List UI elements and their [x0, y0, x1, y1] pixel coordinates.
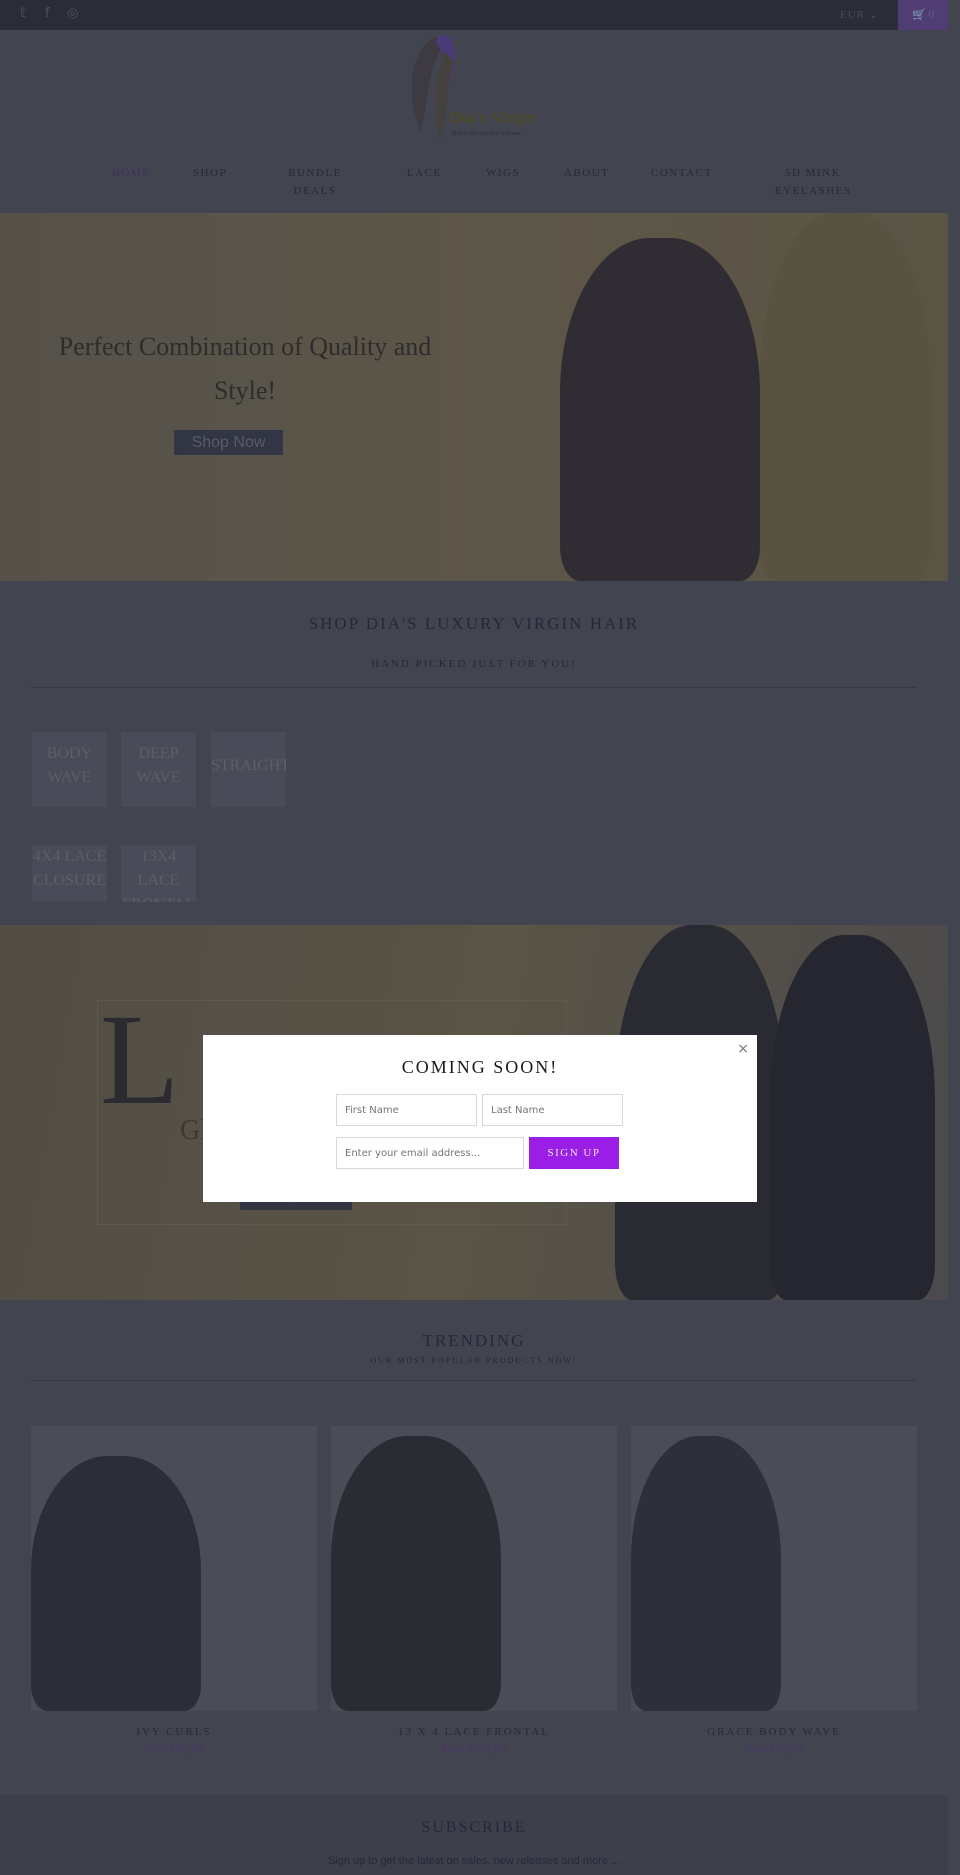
- nav-home[interactable]: HOME: [112, 164, 150, 182]
- nav-contact[interactable]: CONTACT: [651, 164, 713, 182]
- currency-select[interactable]: EUR ⌄: [840, 8, 879, 21]
- divider: [31, 687, 917, 688]
- hero-shop-now-button[interactable]: Shop Now: [174, 430, 283, 455]
- hero-model-image: [560, 238, 760, 581]
- instagram-icon[interactable]: ◎: [67, 6, 78, 21]
- product-price: from €104,00: [441, 1743, 507, 1755]
- first-name-input[interactable]: [336, 1094, 477, 1126]
- logo[interactable]: Dia's Virgin Hair Collection BY Nneoma: [400, 32, 550, 147]
- hero-title: Perfect Combination of Quality and Style…: [58, 332, 432, 405]
- nav-5d-mink-eyelashes[interactable]: 5D MINK EYELASHES: [775, 164, 851, 200]
- hero-model-shadow-image: [760, 213, 930, 581]
- nav-bundle-deals[interactable]: BUNDLE DEALS: [286, 164, 344, 200]
- collection-tile[interactable]: 13X4 LACE FRONTAL: [121, 845, 196, 902]
- collection-tile[interactable]: DEEP WAVE: [121, 732, 196, 807]
- product-name[interactable]: IVY CURLS: [31, 1726, 317, 1738]
- nav-lace[interactable]: LACE: [407, 164, 442, 182]
- trending-title: TRENDING: [422, 1331, 526, 1350]
- top-bar: 𝕥 f ◎ EUR ⌄ 🛒 0: [0, 0, 948, 30]
- collection-tile[interactable]: BODY WAVE: [32, 732, 107, 807]
- product-image[interactable]: [31, 1426, 317, 1711]
- twitter-icon[interactable]: 𝕥: [20, 6, 26, 21]
- facebook-icon[interactable]: f: [45, 6, 50, 21]
- subscribe-text: Sign up to get the latest on sales, new …: [327, 1855, 621, 1867]
- product-image[interactable]: [331, 1426, 617, 1711]
- collection-tile[interactable]: STRAIGHT: [211, 732, 286, 807]
- nav-about[interactable]: ABOUT: [564, 164, 609, 182]
- logo-hair-icon: [411, 34, 456, 140]
- coming-soon-modal: × COMING SOON! SIGN UP: [203, 1035, 757, 1202]
- subscribe-section: SUBSCRIBE Sign up to get the latest on s…: [0, 1795, 948, 1875]
- subscribe-title: SUBSCRIBE: [421, 1819, 527, 1836]
- collections-title: SHOP DIA'S LUXURY VIRGIN HAIR: [308, 614, 640, 633]
- hero-banner: Perfect Combination of Quality and Style…: [0, 213, 948, 581]
- collection-tile[interactable]: 4X4 LACE CLOSURE: [32, 845, 107, 902]
- modal-title: COMING SOON!: [401, 1057, 559, 1077]
- nav-shop[interactable]: SHOP: [193, 164, 227, 182]
- close-icon[interactable]: ×: [737, 1041, 749, 1057]
- nav-wigs[interactable]: WIGS: [486, 164, 520, 182]
- trending-subtitle: OUR MOST POPULAR PRODUCTS NOW!: [370, 1356, 578, 1365]
- promo-model-image: [770, 935, 935, 1300]
- product-price: from €65,02: [744, 1743, 804, 1755]
- last-name-input[interactable]: [482, 1094, 623, 1126]
- email-input[interactable]: [336, 1137, 524, 1169]
- sign-up-button[interactable]: SIGN UP: [529, 1137, 619, 1169]
- product-name[interactable]: 13 X 4 LACE FRONTAL: [331, 1726, 617, 1738]
- product-name[interactable]: GRACE BODY WAVE: [631, 1726, 917, 1738]
- cart-button[interactable]: 🛒 0: [898, 0, 948, 30]
- collections-subtitle: HAND PICKED JUST FOR YOU!: [371, 658, 577, 670]
- product-image[interactable]: [631, 1426, 917, 1711]
- product-price: from €95,00: [144, 1743, 204, 1755]
- promo-big-letter: L: [100, 988, 180, 1132]
- divider: [31, 1380, 917, 1381]
